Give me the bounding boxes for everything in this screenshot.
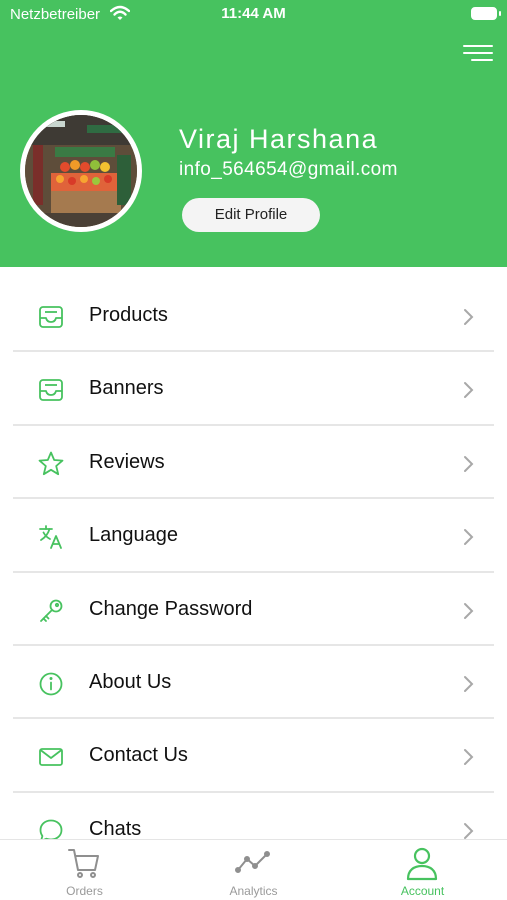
chevron-right-icon: [464, 822, 474, 839]
menu-item-banners[interactable]: Banners: [0, 352, 507, 426]
info-icon: [39, 672, 63, 696]
cart-icon: [68, 849, 99, 878]
bottom-tab-bar: Orders Analytics Account: [0, 839, 507, 900]
menu-item-label: Banners: [89, 377, 164, 400]
menu-item-change-password[interactable]: Change Password: [0, 573, 507, 646]
tab-analytics[interactable]: Analytics: [169, 840, 338, 900]
star-icon: [38, 451, 64, 475]
tab-orders[interactable]: Orders: [0, 840, 169, 900]
inbox-tray-icon: [39, 306, 63, 328]
menu-item-label: Change Password: [89, 597, 253, 620]
menu-item-label: Products: [89, 304, 168, 326]
translate-icon: [39, 525, 62, 550]
menu-item-label: Chats: [89, 817, 142, 840]
chevron-right-icon: [464, 455, 474, 472]
battery-icon: [471, 7, 501, 20]
menu-item-reviews[interactable]: Reviews: [0, 426, 507, 500]
chevron-right-icon: [464, 382, 474, 399]
chevron-right-icon: [464, 749, 474, 766]
avatar[interactable]: [20, 110, 142, 232]
tab-account[interactable]: Account: [338, 840, 507, 900]
account-menu-list: Products Banners Reviews Language Change…: [0, 279, 507, 866]
tab-label: Account: [400, 884, 445, 898]
menu-item-label: About Us: [89, 670, 172, 693]
profile-header: Netzbetreiber 11:44 AM Viraj Harshana in…: [0, 0, 507, 267]
menu-item-products[interactable]: Products: [0, 279, 507, 353]
menu-item-about-us[interactable]: About Us: [0, 646, 507, 720]
inbox-tray-icon: [39, 379, 63, 402]
chevron-right-icon: [464, 602, 474, 619]
store-photo-image: [25, 115, 137, 227]
chevron-right-icon: [464, 309, 474, 325]
menu-item-label: Contact Us: [89, 744, 188, 767]
menu-item-label: Language: [89, 524, 178, 547]
mail-icon: [39, 748, 63, 767]
profile-name: Viraj Harshana: [179, 124, 379, 154]
hamburger-menu-icon[interactable]: [463, 43, 493, 63]
status-time: 11:44 AM: [221, 5, 286, 22]
tab-label: Analytics: [229, 884, 278, 898]
menu-item-language[interactable]: Language: [0, 499, 507, 573]
edit-profile-button[interactable]: Edit Profile: [182, 198, 320, 232]
key-icon: [40, 599, 63, 622]
tab-label: Orders: [66, 884, 103, 898]
analytics-icon: [235, 851, 270, 873]
status-bar: Netzbetreiber 11:44 AM: [0, 0, 507, 30]
chevron-right-icon: [464, 529, 474, 546]
user-icon: [406, 847, 438, 881]
chevron-right-icon: [464, 675, 474, 692]
menu-item-label: Reviews: [89, 450, 165, 473]
profile-email: info_564654@gmail.com: [179, 159, 398, 180]
menu-item-contact-us[interactable]: Contact Us: [0, 719, 507, 793]
